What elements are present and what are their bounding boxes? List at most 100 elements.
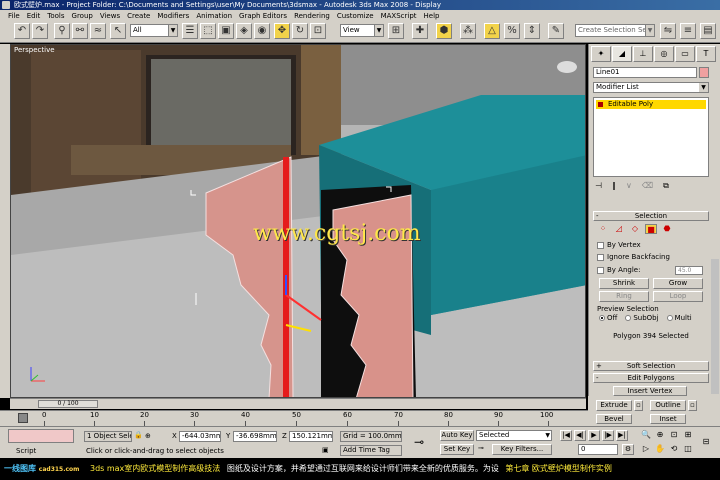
script-label[interactable]: Script xyxy=(16,447,36,455)
go-to-start-icon[interactable]: |◀ xyxy=(560,430,572,441)
keyboard-shortcut-icon[interactable]: ⬢ xyxy=(436,23,452,39)
zoom-extents-icon[interactable]: ⊡ xyxy=(668,430,680,441)
maxscript-listener-top[interactable] xyxy=(8,429,74,443)
by-angle-checkbox[interactable]: By Angle: xyxy=(597,266,640,274)
tab-utilities[interactable]: T xyxy=(696,46,716,62)
select-object-icon[interactable]: ↖ xyxy=(110,23,126,39)
spinner-snap-icon[interactable]: ⇕ xyxy=(524,23,540,39)
time-slider-thumb[interactable]: 0 / 100 xyxy=(38,400,98,408)
tab-modify[interactable]: ◢ xyxy=(612,46,632,62)
layer-manager-icon[interactable]: ▤ xyxy=(700,23,716,39)
tab-create[interactable]: ✦ xyxy=(591,46,611,62)
viewport-label[interactable]: Perspective xyxy=(14,46,55,54)
unlink-icon[interactable]: ⚯ xyxy=(72,23,88,39)
perspective-viewport[interactable]: Perspective www.cgtsj.com xyxy=(10,44,586,398)
undo-icon[interactable]: ↶ xyxy=(14,23,30,39)
ring-button[interactable]: Ring xyxy=(599,291,649,302)
extrude-settings-button[interactable]: ▫ xyxy=(634,400,643,411)
configure-modifier-sets-icon[interactable]: ⧉ xyxy=(663,181,669,193)
edge-icon[interactable]: ◿ xyxy=(613,224,625,234)
menu-tools[interactable]: Tools xyxy=(47,12,64,20)
menu-file[interactable]: File xyxy=(8,12,20,20)
selection-set-dropdown[interactable]: Selected ▼ xyxy=(476,430,552,441)
bind-spacewarp-icon[interactable]: ≈ xyxy=(90,23,106,39)
menu-help[interactable]: Help xyxy=(424,12,440,20)
set-key-button[interactable]: Set Key xyxy=(440,444,474,455)
reference-coordinate-dropdown[interactable]: View ▼ xyxy=(340,24,384,37)
ignore-backfacing-checkbox[interactable]: Ignore Backfacing xyxy=(597,253,670,261)
stack-item-editable-poly[interactable]: Editable Poly xyxy=(596,100,706,109)
preview-subobj-radio[interactable]: SubObj xyxy=(625,314,659,322)
selection-rollout-header[interactable]: - Selection xyxy=(593,211,709,221)
absolute-mode-icon[interactable]: ⊕ xyxy=(145,432,151,440)
previous-frame-icon[interactable]: ◀| xyxy=(574,430,586,441)
mini-curve-editor-icon[interactable] xyxy=(18,413,28,423)
current-frame-input[interactable]: 0 xyxy=(578,444,618,455)
soft-selection-rollout-header[interactable]: + Soft Selection xyxy=(593,361,709,371)
element-icon[interactable]: ⬣ xyxy=(661,224,673,234)
mirror-icon[interactable]: ⇋ xyxy=(660,23,676,39)
key-filters-button[interactable]: Key Filters... xyxy=(492,444,552,455)
preview-multi-radio[interactable]: Multi xyxy=(666,314,692,322)
outline-button[interactable]: Outline xyxy=(650,400,686,411)
tab-motion[interactable]: ◎ xyxy=(654,46,674,62)
zoom-icon[interactable]: 🔍 xyxy=(640,430,652,441)
lock-selection-icon[interactable]: 🔒 xyxy=(134,431,143,439)
edit-named-selection-icon[interactable]: ✎ xyxy=(548,23,564,39)
menu-rendering[interactable]: Rendering xyxy=(294,12,330,20)
time-tag-icon[interactable]: ▣ xyxy=(322,446,329,454)
snap-toggle-icon[interactable]: ⁂ xyxy=(460,23,476,39)
auto-key-button[interactable]: Auto Key xyxy=(440,430,474,441)
angle-snap-icon[interactable]: △ xyxy=(484,23,500,39)
link-icon[interactable]: ⚲ xyxy=(54,23,70,39)
extrude-button[interactable]: Extrude xyxy=(596,400,632,411)
shrink-button[interactable]: Shrink xyxy=(599,278,649,289)
menu-animation[interactable]: Animation xyxy=(196,12,232,20)
play-icon[interactable]: ▶ xyxy=(588,430,600,441)
rotate-icon[interactable]: ↻ xyxy=(292,23,308,39)
menu-customize[interactable]: Customize xyxy=(337,12,374,20)
track-bar[interactable]: 0 10 20 30 40 50 60 70 80 90 100 xyxy=(0,410,588,426)
bevel-button[interactable]: Bevel xyxy=(596,414,632,424)
tab-display[interactable]: ▭ xyxy=(675,46,695,62)
preview-off-radio[interactable]: Off xyxy=(599,314,617,322)
select-object-move-icon[interactable]: ◉ xyxy=(254,23,270,39)
menu-edit[interactable]: Edit xyxy=(27,12,41,20)
menu-views[interactable]: Views xyxy=(100,12,120,20)
vertex-icon[interactable]: ⁘ xyxy=(597,224,609,234)
viewport-config-icon[interactable]: ⊟ xyxy=(700,437,712,448)
selection-filter-dropdown[interactable]: All ▼ xyxy=(130,24,178,37)
select-manipulate-tool-icon[interactable]: ✚ xyxy=(412,23,428,39)
select-by-name-icon[interactable]: ☰ xyxy=(182,23,198,39)
remove-modifier-icon[interactable]: ⌫ xyxy=(642,181,653,193)
menu-modifiers[interactable]: Modifiers xyxy=(157,12,189,20)
menu-graph-editors[interactable]: Graph Editors xyxy=(239,12,287,20)
show-end-result-icon[interactable]: ‖ xyxy=(612,181,616,193)
align-icon[interactable]: ≡ xyxy=(680,23,696,39)
move-icon[interactable]: ✥ xyxy=(274,23,290,39)
loop-button[interactable]: Loop xyxy=(653,291,703,302)
modifier-list-dropdown[interactable]: Modifier List ▼ xyxy=(593,82,709,93)
z-coordinate-input[interactable]: 150.121mm xyxy=(289,431,333,442)
time-slider[interactable]: 0 / 100 xyxy=(10,398,586,409)
menu-create[interactable]: Create xyxy=(127,12,150,20)
outline-settings-button[interactable]: ▫ xyxy=(688,400,697,411)
named-selection-dropdown[interactable]: Create Selection Se ▼ xyxy=(575,24,655,37)
insert-vertex-button[interactable]: Insert Vertex xyxy=(613,386,687,396)
app-icon[interactable] xyxy=(2,1,10,9)
command-panel-scrollbar[interactable] xyxy=(711,259,719,394)
time-configuration-icon[interactable]: ⚙ xyxy=(622,444,634,455)
scale-icon[interactable]: ⊡ xyxy=(310,23,326,39)
maximize-viewport-icon[interactable]: ◫ xyxy=(682,444,694,455)
go-to-end-icon[interactable]: ▶| xyxy=(616,430,628,441)
add-time-tag-button[interactable]: Add Time Tag xyxy=(340,445,402,456)
polygon-icon[interactable]: ■ xyxy=(645,224,657,234)
tab-hierarchy[interactable]: ⊥ xyxy=(633,46,653,62)
y-coordinate-input[interactable]: -36.698mm xyxy=(233,431,277,442)
edit-polygons-rollout-header[interactable]: - Edit Polygons xyxy=(593,373,709,383)
select-region-icon[interactable]: ⬚ xyxy=(200,23,216,39)
arc-rotate-icon[interactable]: ⟲ xyxy=(668,444,680,455)
pivot-center-icon[interactable]: ⊞ xyxy=(388,23,404,39)
zoom-all-icon[interactable]: ⊕ xyxy=(654,430,666,441)
object-color-swatch[interactable] xyxy=(699,67,709,78)
